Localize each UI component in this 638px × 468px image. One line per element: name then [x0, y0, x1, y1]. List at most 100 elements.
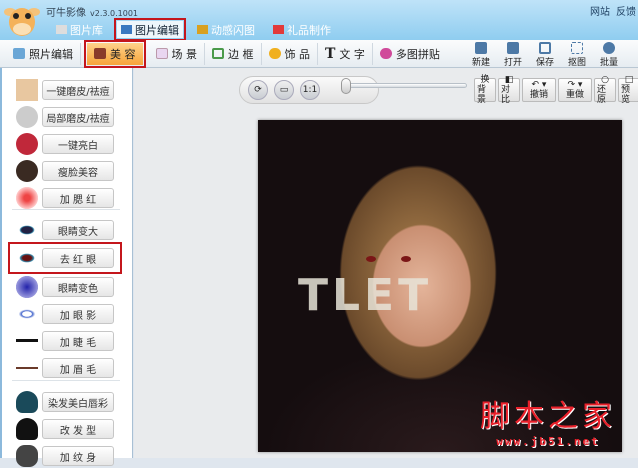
- zoom-slider[interactable]: [341, 78, 467, 94]
- beauty-tool-row: 眼睛变色: [10, 275, 120, 299]
- beauty-tool-button[interactable]: 眼睛变大: [42, 220, 114, 240]
- restore-button[interactable]: ○ 还原: [594, 75, 616, 105]
- photo-canvas[interactable]: TLET 脚本之家 www.jb51.net: [258, 120, 622, 452]
- tab-collage[interactable]: 多图拼贴: [373, 43, 447, 65]
- new-button[interactable]: 新建: [470, 42, 492, 68]
- eyebrow-icon: [16, 357, 38, 379]
- tab-decoration[interactable]: 饰 品: [262, 42, 318, 65]
- tab-picture-edit[interactable]: 图片编辑: [114, 18, 186, 41]
- tab-label: 图片库: [70, 23, 103, 37]
- redo-button[interactable]: ↷ ▾ 重做: [558, 78, 592, 102]
- open-button[interactable]: 打开: [502, 42, 524, 68]
- beauty-tool-button[interactable]: 加 眼 影: [42, 304, 114, 324]
- hairstyle-icon: [16, 418, 38, 440]
- tab-frame[interactable]: 边 框: [205, 42, 262, 65]
- watermark-text: 脚本之家: [480, 399, 616, 434]
- library-icon: [56, 25, 67, 34]
- save-button[interactable]: 保存: [534, 42, 556, 68]
- button-label: 打开: [503, 58, 522, 68]
- opera-face-icon: [16, 133, 38, 155]
- feedback-link[interactable]: 反馈: [616, 3, 636, 18]
- beauty-tool-button[interactable]: 加 眉 毛: [42, 358, 114, 378]
- app-title: 可牛影像 v2.3.0.1001: [46, 4, 138, 19]
- frame-icon: [212, 48, 224, 59]
- tab-gift-making[interactable]: 礼品制作: [269, 21, 335, 38]
- divider: [12, 209, 120, 210]
- rotate-icon: ⟳: [254, 85, 262, 95]
- beauty-tool-button[interactable]: 改 发 型: [42, 419, 114, 439]
- button-label: 背景: [477, 85, 487, 105]
- beauty-tool-button[interactable]: 加 睫 毛: [42, 331, 114, 351]
- beauty-tool-row: 局部磨皮/祛痘: [10, 105, 120, 129]
- fit-screen-button[interactable]: ▭: [274, 80, 294, 100]
- tab-label: 边 框: [228, 47, 254, 61]
- undo-icon: ↶ ▾: [531, 80, 547, 90]
- face-icon: [94, 48, 106, 59]
- beauty-tool-button[interactable]: 去 红 眼: [42, 248, 114, 268]
- change-background-button[interactable]: 换背景: [474, 75, 496, 105]
- batch-button[interactable]: 批量: [598, 42, 620, 68]
- tab-label: 动感闪图: [211, 23, 255, 37]
- tab-text[interactable]: T文 字: [318, 42, 373, 65]
- tab-photo-edit[interactable]: 照片编辑: [6, 42, 81, 65]
- face-sketch-icon: [16, 106, 38, 128]
- red-eye-icon: [16, 247, 38, 269]
- watermark: 脚本之家 www.jb51.net: [480, 391, 616, 448]
- website-link[interactable]: 网站: [590, 3, 610, 18]
- beauty-tool-button[interactable]: 一键磨皮/祛痘: [42, 80, 114, 100]
- button-label: 批量: [599, 58, 618, 68]
- iris-icon: [16, 276, 38, 298]
- girl-face-icon: [16, 160, 38, 182]
- cutout-button[interactable]: 抠图: [566, 42, 588, 68]
- text-icon: T: [325, 45, 336, 62]
- actual-size-icon: 1:1: [302, 85, 318, 95]
- compare-button[interactable]: ◧ 对比: [498, 75, 520, 105]
- beauty-tool-button[interactable]: 瘦脸美容: [42, 161, 114, 181]
- beauty-tool-row: 加 眉 毛: [10, 356, 120, 380]
- app-version: v2.3.0.1001: [90, 9, 138, 18]
- left-eye-red: [366, 256, 376, 262]
- tab-scene[interactable]: 场 景: [149, 42, 205, 65]
- right-eye-red: [401, 256, 411, 262]
- beauty-tool-button[interactable]: 加 纹 身: [42, 446, 114, 466]
- cutout-icon: [571, 42, 583, 54]
- zoom-slider-knob[interactable]: [341, 78, 351, 94]
- beauty-tool-row: 加 腮 红: [10, 186, 120, 210]
- beauty-tool-button[interactable]: 一键亮白: [42, 134, 114, 154]
- button-label: 新建: [471, 58, 490, 68]
- beauty-tool-button[interactable]: 局部磨皮/祛痘: [42, 107, 114, 127]
- eyelash-icon: [16, 330, 38, 352]
- tab-animated-gif[interactable]: 动感闪图: [193, 21, 259, 38]
- folder-icon: [507, 42, 519, 54]
- actual-size-button[interactable]: 1:1: [300, 80, 320, 100]
- monitor-icon: ▭: [279, 85, 289, 95]
- preview-icon: □: [624, 75, 634, 85]
- tattoo-icon: [16, 445, 38, 467]
- blush-icon: [16, 187, 38, 209]
- tab-label: 饰 品: [284, 47, 311, 61]
- beauty-tool-button[interactable]: 染发美白唇彩: [42, 392, 114, 412]
- tab-picture-library[interactable]: 图片库: [52, 21, 107, 38]
- edit-icon: [121, 25, 132, 34]
- beauty-tool-row: 加 睫 毛: [10, 329, 120, 353]
- decoration-icon: [268, 48, 281, 59]
- beauty-tool-row: 去 红 眼: [8, 242, 122, 274]
- hair-dye-icon: [16, 391, 38, 413]
- watermark-url: www.jb51.net: [496, 435, 600, 448]
- undo-button[interactable]: ↶ ▾ 撤销: [522, 78, 556, 102]
- beauty-tool-button[interactable]: 加 腮 红: [42, 188, 114, 208]
- title-bar: 可牛影像 v2.3.0.1001 网站 反馈 图片库 图片编辑 动感闪图 礼品制作: [0, 0, 638, 41]
- divider: [12, 380, 120, 381]
- rotate-button[interactable]: ⟳: [248, 80, 268, 100]
- button-label: 预览: [621, 85, 631, 105]
- app-name: 可牛影像: [46, 8, 86, 19]
- view-toolbar: ⟳ ▭ 1:1: [239, 76, 379, 104]
- beauty-tool-row: 加 纹 身: [10, 444, 120, 468]
- photo-sign-text: TLET: [298, 270, 433, 321]
- preview-button[interactable]: □ 预览: [618, 75, 638, 105]
- tab-beauty[interactable]: 美 容: [84, 39, 146, 68]
- tab-label: 文 字: [339, 47, 365, 61]
- beauty-tool-button[interactable]: 眼睛变色: [42, 277, 114, 297]
- new-file-icon: [475, 42, 487, 54]
- button-label: 撤销: [529, 90, 548, 100]
